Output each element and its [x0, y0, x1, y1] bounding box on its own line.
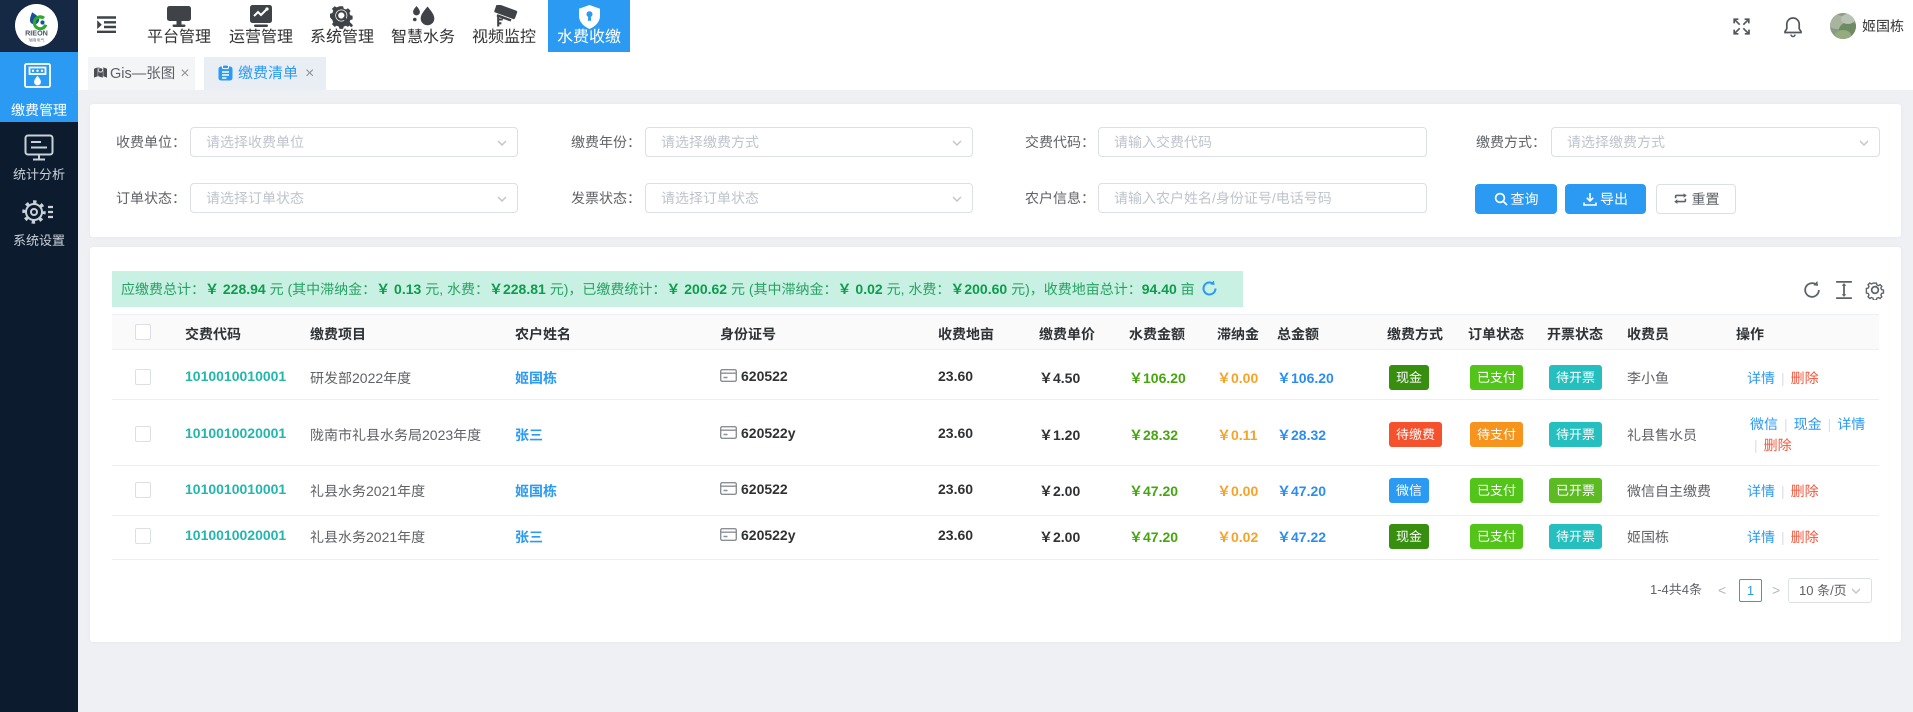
svg-text:RIEON: RIEON [25, 29, 48, 38]
svg-text:瑞隆电气: 瑞隆电气 [29, 38, 45, 44]
